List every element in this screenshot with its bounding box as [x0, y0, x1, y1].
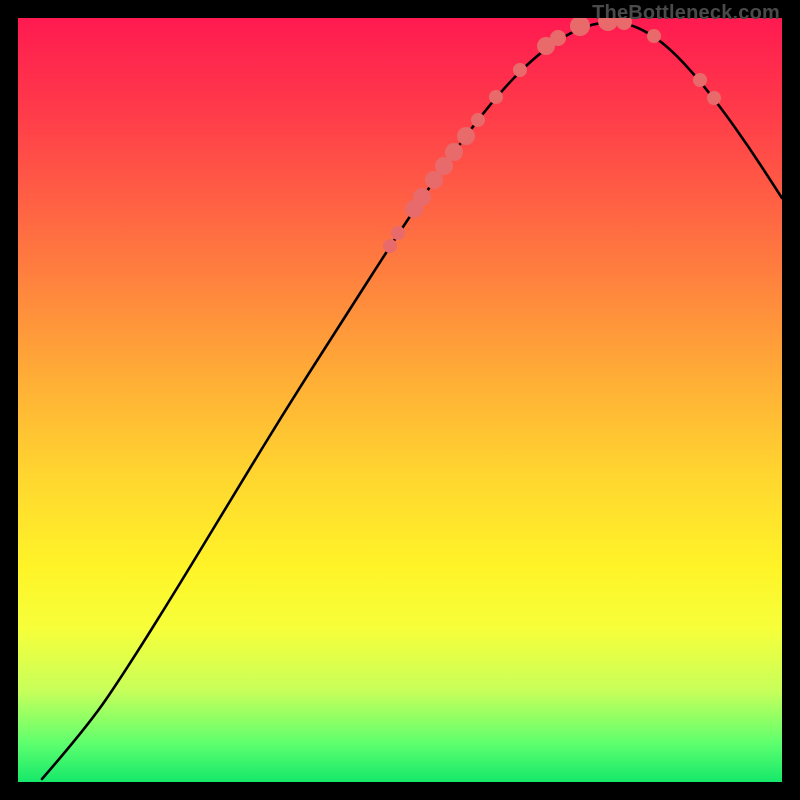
data-marker — [391, 226, 405, 240]
data-marker — [550, 30, 566, 46]
data-marker — [383, 239, 397, 253]
data-marker — [471, 113, 485, 127]
data-marker — [445, 143, 463, 161]
data-marker — [598, 18, 618, 31]
data-marker — [413, 188, 431, 206]
data-marker — [707, 91, 721, 105]
chart-frame: TheBottleneck.com — [0, 0, 800, 800]
data-marker — [457, 127, 475, 145]
curve-line — [42, 22, 782, 779]
data-marker — [513, 63, 527, 77]
data-marker — [647, 29, 661, 43]
data-markers — [383, 18, 721, 253]
data-marker — [489, 90, 503, 104]
data-marker — [693, 73, 707, 87]
data-marker — [616, 18, 632, 30]
chart-plot — [18, 18, 782, 782]
